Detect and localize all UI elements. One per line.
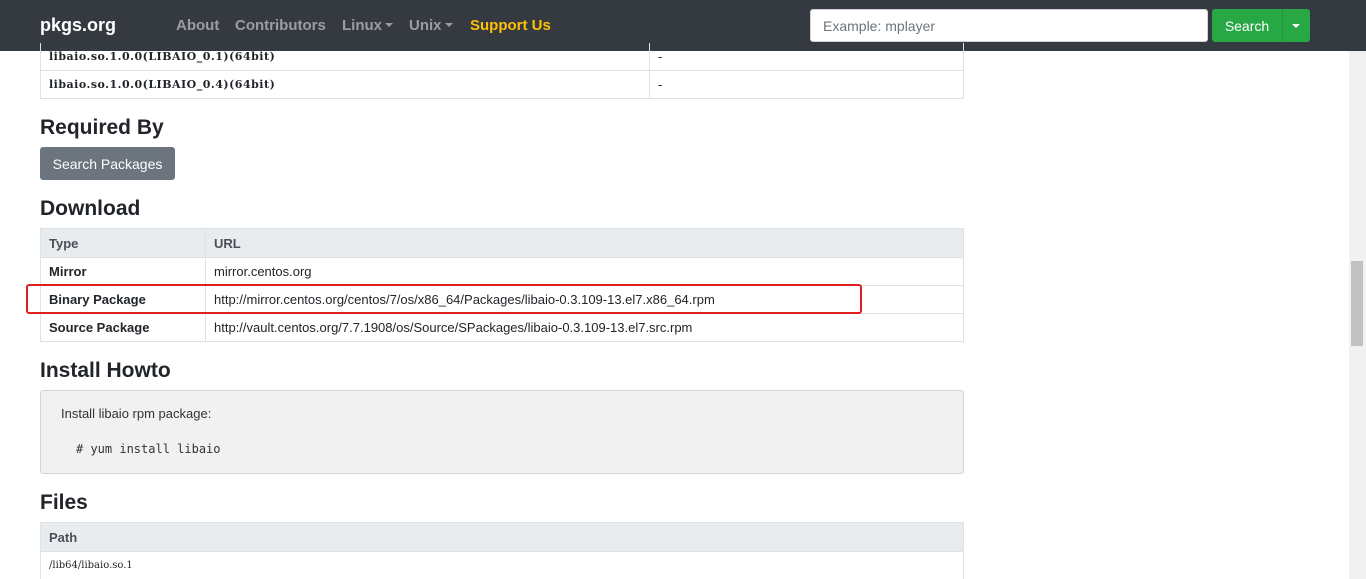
- table-header-row: Path: [40, 522, 964, 552]
- provides-value: -: [649, 43, 964, 71]
- table-row: Source Package http://vault.centos.org/7…: [40, 313, 964, 342]
- column-header-url: URL: [205, 228, 964, 258]
- table-row: Mirror mirror.centos.org: [40, 257, 964, 286]
- nav-support-us-link[interactable]: Support Us: [470, 17, 551, 34]
- download-type: Mirror: [40, 257, 206, 286]
- page-scrollbar[interactable]: [1349, 51, 1366, 579]
- download-type: Source Package: [40, 313, 206, 342]
- table-row: libaio.so.1.0.0(LIBAIO_0.1)(64bit) -: [40, 43, 964, 71]
- nav-unix-dropdown[interactable]: Unix: [409, 17, 453, 34]
- install-command: # yum install libaio: [76, 442, 221, 456]
- brand-logo-link[interactable]: pkgs.org: [40, 15, 116, 36]
- download-url-link[interactable]: http://vault.centos.org/7.7.1908/os/Sour…: [205, 313, 964, 342]
- chevron-down-icon: [1292, 24, 1300, 29]
- chevron-down-icon: [385, 23, 393, 28]
- table-row: libaio.so.1.0.0(LIBAIO_0.4)(64bit) -: [40, 69, 964, 99]
- nav-about-link[interactable]: About: [176, 17, 219, 34]
- download-url-link[interactable]: mirror.centos.org: [205, 257, 964, 286]
- nav-linux-label: Linux: [342, 17, 382, 34]
- table-header-row: Type URL: [40, 228, 964, 258]
- nav-contributors-link[interactable]: Contributors: [235, 17, 326, 34]
- search-options-toggle[interactable]: [1282, 9, 1310, 42]
- provides-name: libaio.so.1.0.0(LIBAIO_0.1)(64bit): [40, 43, 650, 71]
- provides-value: -: [649, 69, 964, 99]
- column-header-path: Path: [40, 522, 964, 552]
- required-by-heading: Required By: [40, 116, 164, 139]
- install-howto-box: Install libaio rpm package: # yum instal…: [40, 390, 964, 474]
- file-path: /lib64/libaio.so.1: [40, 551, 964, 579]
- files-table: Path /lib64/libaio.so.1: [40, 522, 964, 579]
- install-instructions-text: Install libaio rpm package:: [61, 406, 212, 421]
- highlight-box: [26, 284, 862, 314]
- files-heading: Files: [40, 491, 88, 514]
- search-packages-button[interactable]: Search Packages: [40, 147, 175, 180]
- column-header-type: Type: [40, 228, 206, 258]
- table-row: /lib64/libaio.so.1: [40, 551, 964, 579]
- download-heading: Download: [40, 197, 141, 220]
- nav-linux-dropdown[interactable]: Linux: [342, 17, 393, 34]
- nav-unix-label: Unix: [409, 17, 442, 34]
- provides-name: libaio.so.1.0.0(LIBAIO_0.4)(64bit): [40, 69, 650, 99]
- scrollbar-thumb[interactable]: [1351, 261, 1363, 346]
- provides-table: libaio.so.1.0.0(LIBAIO_0.1)(64bit) - lib…: [40, 43, 964, 99]
- install-howto-heading: Install Howto: [40, 359, 171, 382]
- search-button[interactable]: Search: [1212, 9, 1282, 42]
- search-input[interactable]: [810, 9, 1208, 42]
- chevron-down-icon: [444, 23, 453, 28]
